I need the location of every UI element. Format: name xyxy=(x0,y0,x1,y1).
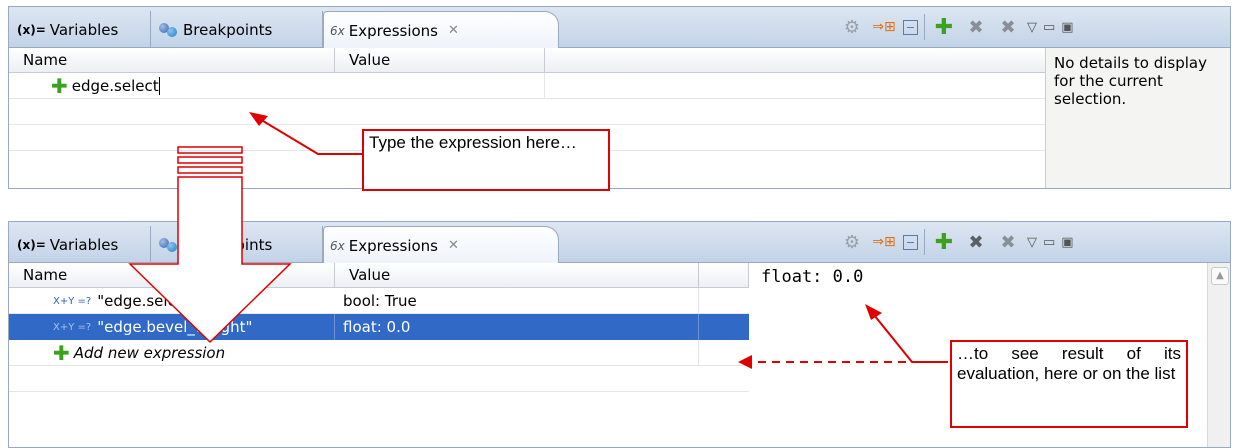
arrow-stripe xyxy=(177,156,243,164)
leader-line xyxy=(252,114,362,155)
callout-type-here: Type the expression here… xyxy=(362,129,610,191)
down-arrow-annotation xyxy=(128,146,292,344)
leader-arrowhead xyxy=(249,112,268,126)
leader-arrowhead xyxy=(865,304,882,320)
callout-see-result: …to see result of its evaluation, here o… xyxy=(950,340,1188,428)
dashed-leader-arrowhead xyxy=(738,355,752,369)
arrow-stripe xyxy=(177,166,243,174)
arrow-body xyxy=(128,176,292,344)
leader-line xyxy=(869,309,948,363)
arrow-stripe xyxy=(177,146,243,154)
